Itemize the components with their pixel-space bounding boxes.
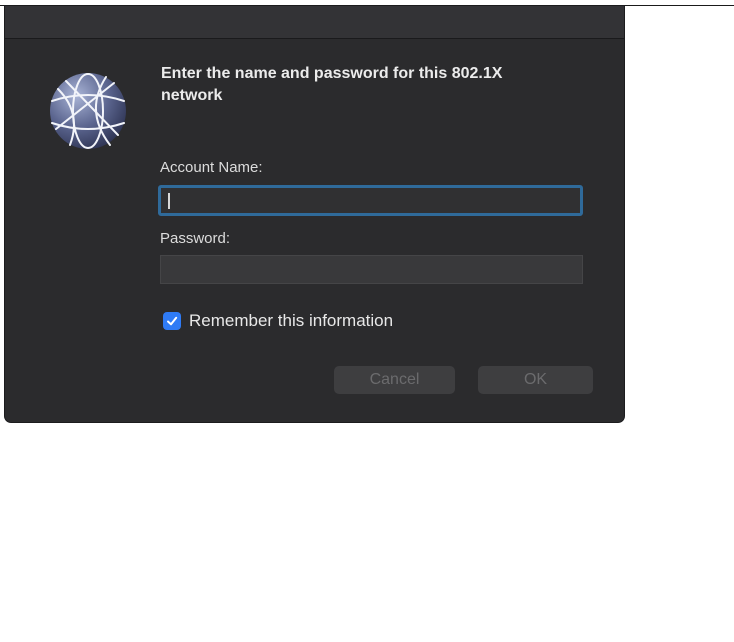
password-field[interactable] bbox=[160, 255, 583, 284]
remember-label[interactable]: Remember this information bbox=[189, 311, 393, 331]
password-label: Password: bbox=[160, 230, 231, 247]
remember-checkbox[interactable] bbox=[163, 312, 181, 330]
checkmark-icon bbox=[167, 316, 178, 326]
text-cursor bbox=[168, 193, 170, 209]
account-name-label: Account Name: bbox=[160, 159, 263, 176]
dialog-titlebar[interactable] bbox=[5, 6, 624, 39]
network-auth-dialog: Enter the name and password for this 802… bbox=[5, 6, 624, 422]
ok-button[interactable]: OK bbox=[478, 366, 593, 394]
dialog-heading: Enter the name and password for this 802… bbox=[161, 65, 503, 104]
account-name-field[interactable] bbox=[158, 185, 583, 216]
cancel-button[interactable]: Cancel bbox=[334, 366, 455, 394]
network-globe-icon bbox=[48, 71, 128, 151]
